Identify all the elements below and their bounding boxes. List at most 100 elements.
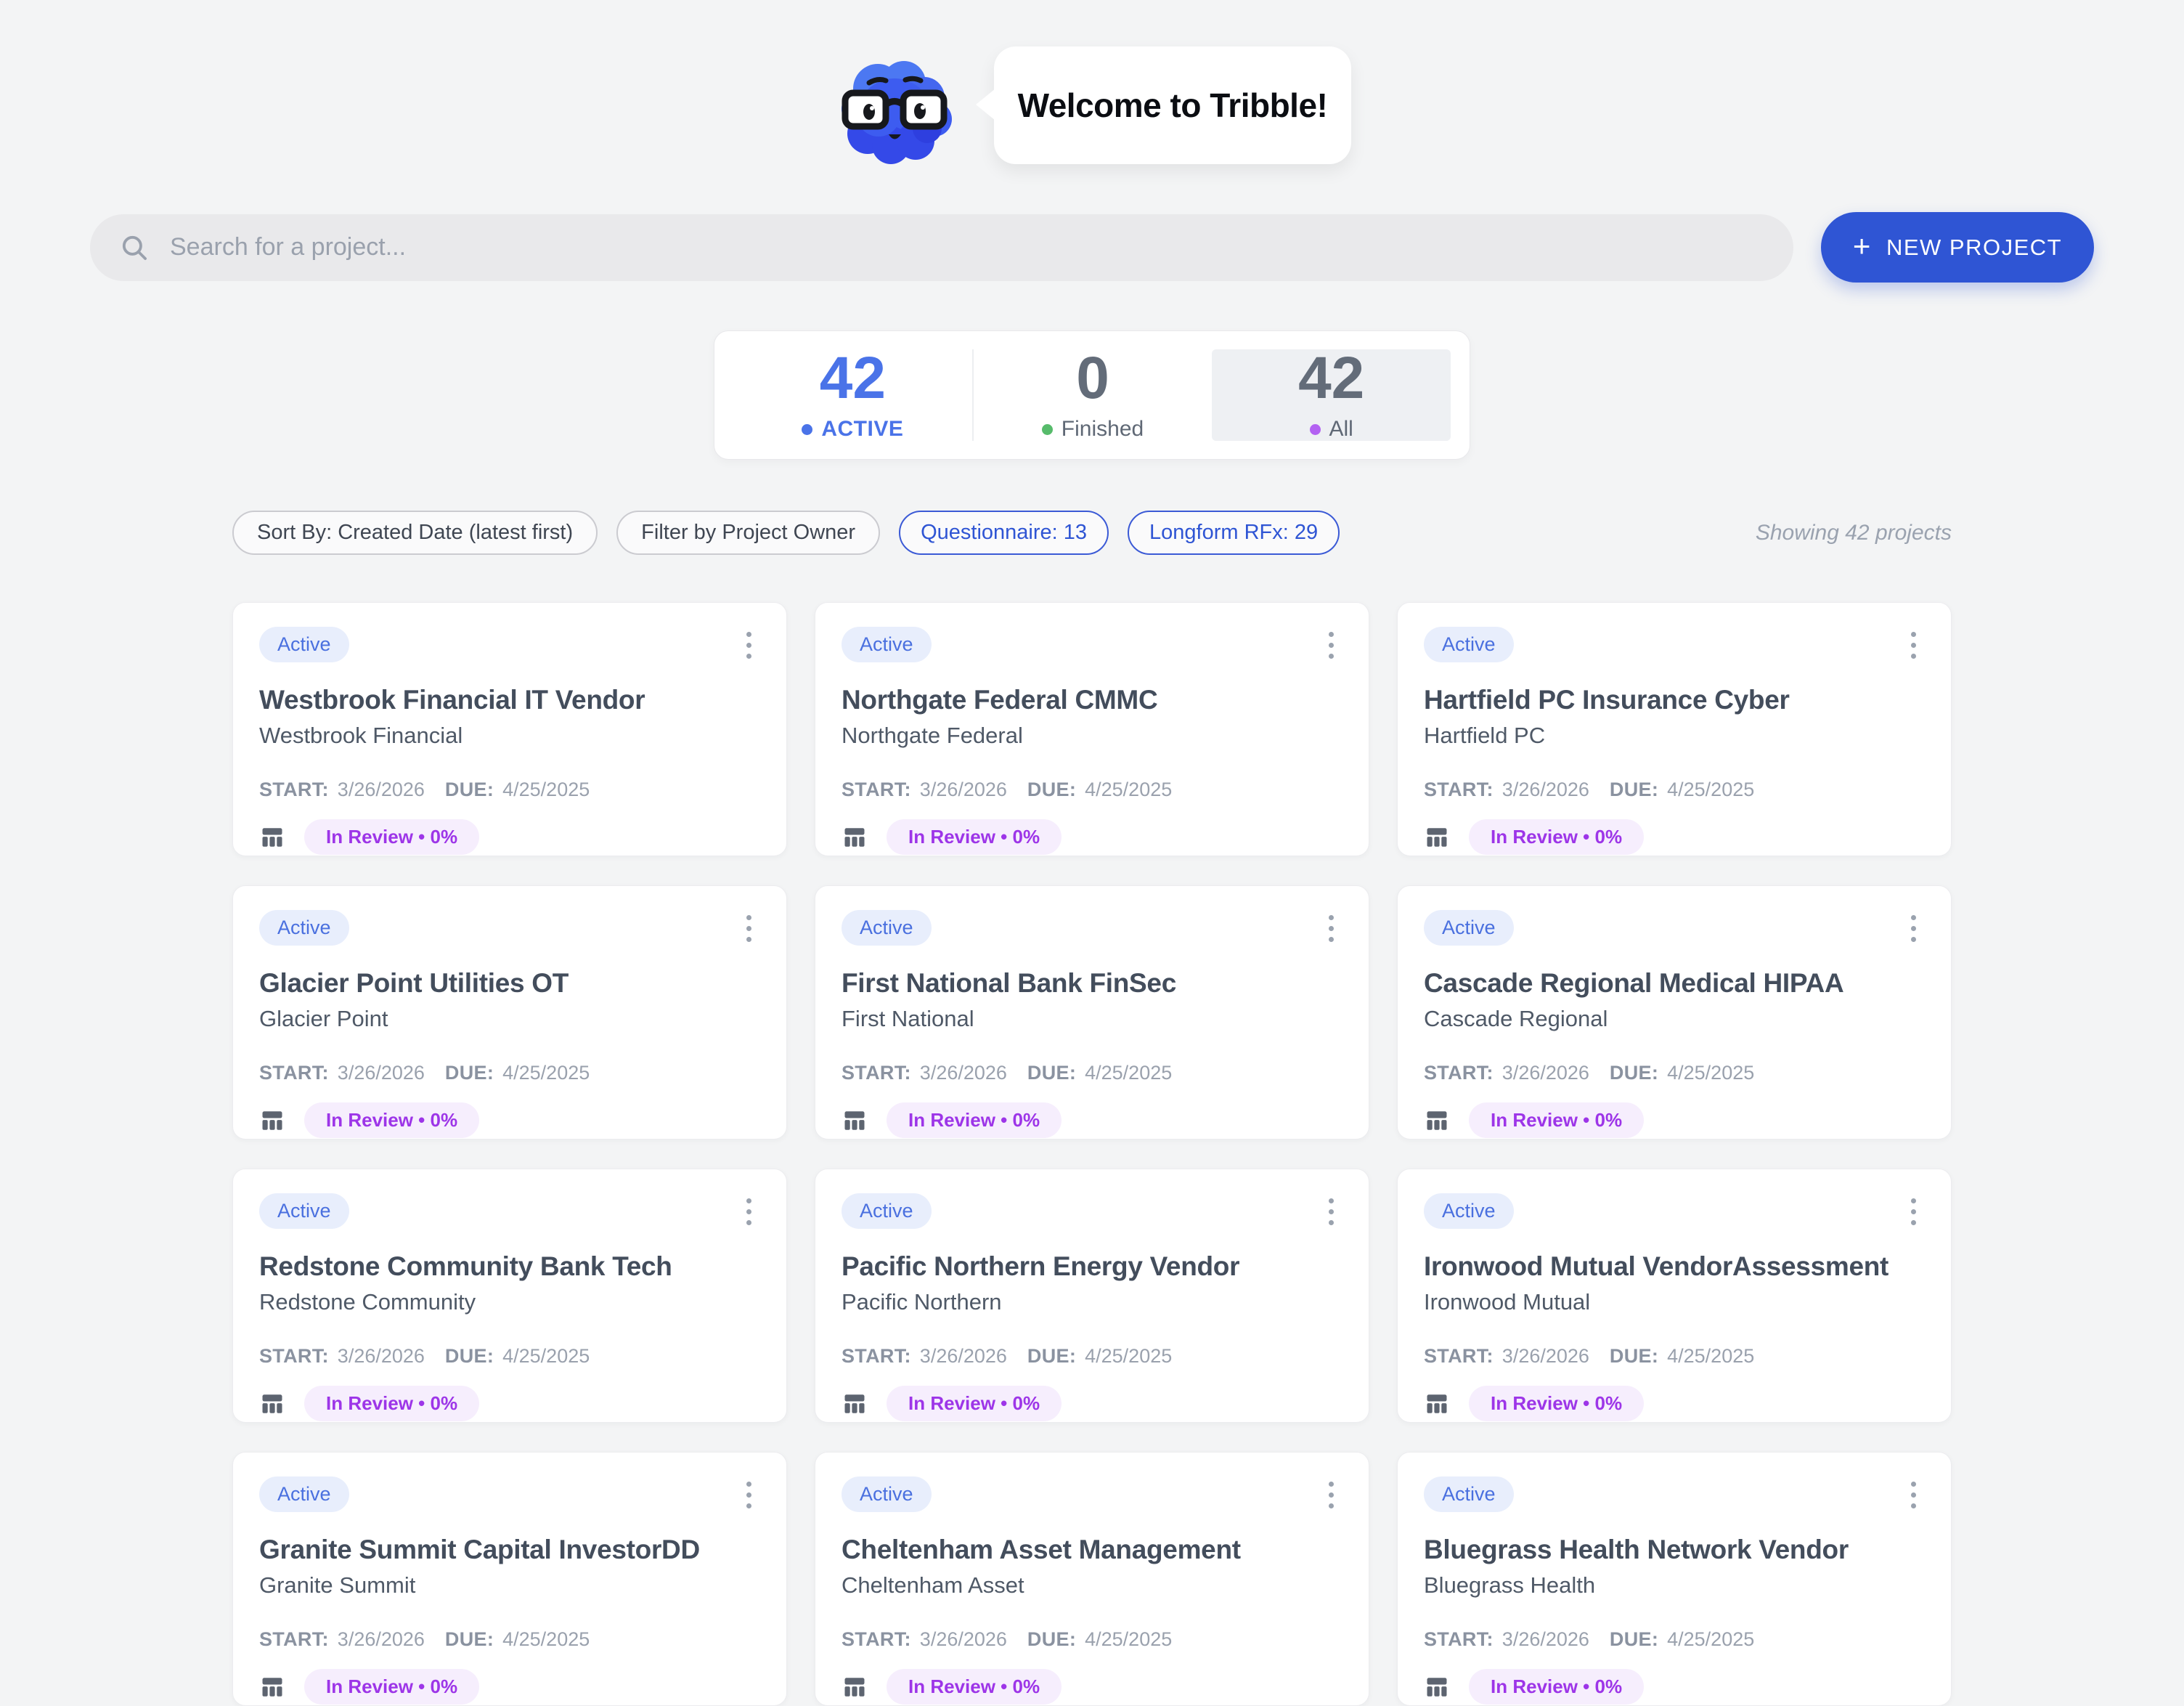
kebab-menu-icon[interactable] xyxy=(733,1476,765,1513)
table-icon xyxy=(842,1674,868,1700)
filter-row: Sort By: Created Date (latest first) Fil… xyxy=(232,511,1952,555)
kebab-menu-icon[interactable] xyxy=(1897,1193,1929,1230)
kebab-menu-icon[interactable] xyxy=(1897,627,1929,663)
project-company: Glacier Point xyxy=(259,1006,760,1032)
project-title: Hartfield PC Insurance Cyber xyxy=(1424,685,1925,715)
project-title: Ironwood Mutual VendorAssessment xyxy=(1424,1251,1925,1282)
stat-all-value: 42 xyxy=(1298,349,1364,408)
project-card[interactable]: Active Hartfield PC Insurance Cyber Hart… xyxy=(1397,602,1952,856)
table-icon xyxy=(1424,1674,1450,1700)
due-label: DUE: xyxy=(1027,1062,1076,1084)
stat-finished-value: 0 xyxy=(1076,349,1109,408)
due-date: 4/25/2025 xyxy=(1667,779,1754,801)
project-card[interactable]: Active Granite Summit Capital InvestorDD… xyxy=(232,1452,787,1706)
start-label: START: xyxy=(259,1062,329,1084)
project-card[interactable]: Active Ironwood Mutual VendorAssessment … xyxy=(1397,1169,1952,1423)
project-card[interactable]: Active Cheltenham Asset Management Chelt… xyxy=(815,1452,1369,1706)
kebab-menu-icon[interactable] xyxy=(733,627,765,663)
kebab-menu-icon[interactable] xyxy=(1315,910,1347,946)
due-label: DUE: xyxy=(1610,779,1658,801)
project-dates: START: 3/26/2026 DUE: 4/25/2025 xyxy=(259,1062,760,1084)
search-input[interactable] xyxy=(168,232,1764,262)
project-card[interactable]: Active Glacier Point Utilities OT Glacie… xyxy=(232,885,787,1140)
stat-finished[interactable]: 0 Finished xyxy=(972,349,1213,441)
kebab-menu-icon[interactable] xyxy=(1897,1476,1929,1513)
kebab-menu-icon[interactable] xyxy=(1315,1193,1347,1230)
start-date: 3/26/2026 xyxy=(1502,779,1589,801)
progress-badge: In Review • 0% xyxy=(304,1386,479,1421)
due-label: DUE: xyxy=(445,779,494,801)
all-dot-icon xyxy=(1310,424,1321,435)
project-card[interactable]: Active Cascade Regional Medical HIPAA Ca… xyxy=(1397,885,1952,1140)
status-badge: Active xyxy=(259,910,349,946)
due-date: 4/25/2025 xyxy=(502,1345,590,1368)
project-company: Cheltenham Asset xyxy=(842,1572,1342,1599)
project-dates: START: 3/26/2026 DUE: 4/25/2025 xyxy=(842,1345,1342,1368)
table-icon xyxy=(842,1108,868,1134)
project-card[interactable]: Active Westbrook Financial IT Vendor Wes… xyxy=(232,602,787,856)
filter-owner-chip[interactable]: Filter by Project Owner xyxy=(616,511,880,555)
status-badge: Active xyxy=(259,1476,349,1512)
progress-badge: In Review • 0% xyxy=(304,1102,479,1138)
progress-badge: In Review • 0% xyxy=(1469,1669,1644,1705)
plus-icon: + xyxy=(1853,229,1872,264)
project-grid: Active Westbrook Financial IT Vendor Wes… xyxy=(232,602,1952,1706)
status-badge: Active xyxy=(842,910,932,946)
project-dates: START: 3/26/2026 DUE: 4/25/2025 xyxy=(1424,1062,1925,1084)
due-label: DUE: xyxy=(445,1345,494,1368)
sort-by-chip[interactable]: Sort By: Created Date (latest first) xyxy=(232,511,598,555)
stat-active[interactable]: 42 ACTIVE xyxy=(733,349,972,441)
kebab-menu-icon[interactable] xyxy=(1897,910,1929,946)
search-bar[interactable] xyxy=(90,214,1793,281)
kebab-menu-icon[interactable] xyxy=(733,910,765,946)
project-title: Cheltenham Asset Management xyxy=(842,1535,1342,1565)
search-icon xyxy=(119,232,150,263)
project-card[interactable]: Active Redstone Community Bank Tech Reds… xyxy=(232,1169,787,1423)
progress-badge: In Review • 0% xyxy=(887,1102,1062,1138)
project-dates: START: 3/26/2026 DUE: 4/25/2025 xyxy=(1424,1345,1925,1368)
finished-dot-icon xyxy=(1042,424,1053,435)
status-badge: Active xyxy=(259,1193,349,1229)
stat-all[interactable]: 42 All xyxy=(1212,349,1451,441)
questionnaire-chip[interactable]: Questionnaire: 13 xyxy=(899,511,1109,555)
due-date: 4/25/2025 xyxy=(1085,1062,1172,1084)
start-date: 3/26/2026 xyxy=(920,1062,1007,1084)
new-project-button[interactable]: + NEW PROJECT xyxy=(1821,212,2094,283)
due-label: DUE: xyxy=(1027,1345,1076,1368)
new-project-label: NEW PROJECT xyxy=(1886,235,2062,261)
project-card[interactable]: Active Bluegrass Health Network Vendor B… xyxy=(1397,1452,1952,1706)
welcome-bubble: Welcome to Tribble! xyxy=(994,46,1351,164)
project-company: Bluegrass Health xyxy=(1424,1572,1925,1599)
status-badge: Active xyxy=(1424,910,1514,946)
due-label: DUE: xyxy=(1610,1062,1658,1084)
search-row: + NEW PROJECT xyxy=(90,212,2094,283)
progress-badge: In Review • 0% xyxy=(1469,1102,1644,1138)
longform-rfx-chip[interactable]: Longform RFx: 29 xyxy=(1128,511,1340,555)
kebab-menu-icon[interactable] xyxy=(1315,627,1347,663)
project-company: Granite Summit xyxy=(259,1572,760,1599)
project-dates: START: 3/26/2026 DUE: 4/25/2025 xyxy=(842,1062,1342,1084)
bubble-tail xyxy=(976,89,995,121)
table-icon xyxy=(842,824,868,850)
status-badge: Active xyxy=(842,1476,932,1512)
active-dot-icon xyxy=(802,424,812,435)
start-label: START: xyxy=(1424,1062,1494,1084)
project-company: Ironwood Mutual xyxy=(1424,1289,1925,1315)
kebab-menu-icon[interactable] xyxy=(1315,1476,1347,1513)
project-card[interactable]: Active First National Bank FinSec First … xyxy=(815,885,1369,1140)
start-label: START: xyxy=(1424,1345,1494,1368)
project-company: Westbrook Financial xyxy=(259,723,760,749)
start-label: START: xyxy=(842,1062,911,1084)
project-dates: START: 3/26/2026 DUE: 4/25/2025 xyxy=(1424,779,1925,801)
due-date: 4/25/2025 xyxy=(502,1062,590,1084)
kebab-menu-icon[interactable] xyxy=(733,1193,765,1230)
project-card[interactable]: Active Northgate Federal CMMC Northgate … xyxy=(815,602,1369,856)
table-icon xyxy=(259,1391,285,1417)
start-label: START: xyxy=(259,779,329,801)
project-card[interactable]: Active Pacific Northern Energy Vendor Pa… xyxy=(815,1169,1369,1423)
due-label: DUE: xyxy=(445,1062,494,1084)
project-title: Granite Summit Capital InvestorDD xyxy=(259,1535,760,1565)
showing-count-text: Showing 42 projects xyxy=(1756,521,1952,545)
table-icon xyxy=(1424,1391,1450,1417)
start-label: START: xyxy=(842,1345,911,1368)
